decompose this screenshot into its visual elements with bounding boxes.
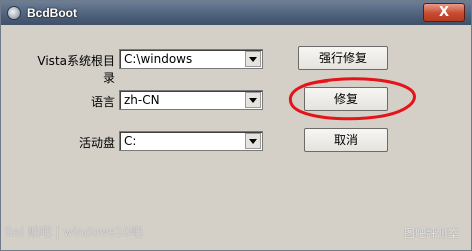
- app-icon: [7, 6, 21, 20]
- close-button[interactable]: X: [423, 3, 465, 22]
- bcdboot-window: BcdBoot X Vista系统根目录 C:\windows 强行修复 语言 …: [0, 0, 472, 251]
- chevron-down-icon[interactable]: [245, 92, 261, 108]
- vista-root-label: Vista系统根目录: [37, 54, 115, 85]
- cancel-button[interactable]: 取消: [304, 128, 388, 152]
- watermark-left: Bai 贴吧 | windows10吧: [5, 225, 143, 239]
- active-disk-label: 活动盘: [78, 136, 115, 150]
- chevron-down-icon[interactable]: [245, 133, 261, 149]
- active-disk-value: C:: [124, 134, 137, 148]
- language-value: zh-CN: [124, 93, 160, 107]
- window-title: BcdBoot: [27, 6, 77, 20]
- chevron-down-icon[interactable]: [245, 51, 261, 67]
- repair-button[interactable]: 修复: [304, 87, 388, 111]
- title-bar[interactable]: BcdBoot X: [1, 1, 471, 25]
- language-label: 语言: [90, 95, 115, 109]
- vista-root-value: C:\windows: [124, 52, 193, 66]
- force-repair-button[interactable]: 强行修复: [298, 46, 388, 70]
- active-disk-combo[interactable]: C:: [119, 131, 263, 151]
- language-combo[interactable]: zh-CN: [119, 90, 263, 110]
- vista-root-combo[interactable]: C:\windows: [119, 49, 263, 69]
- watermark-right: 图吧評测室: [404, 227, 459, 240]
